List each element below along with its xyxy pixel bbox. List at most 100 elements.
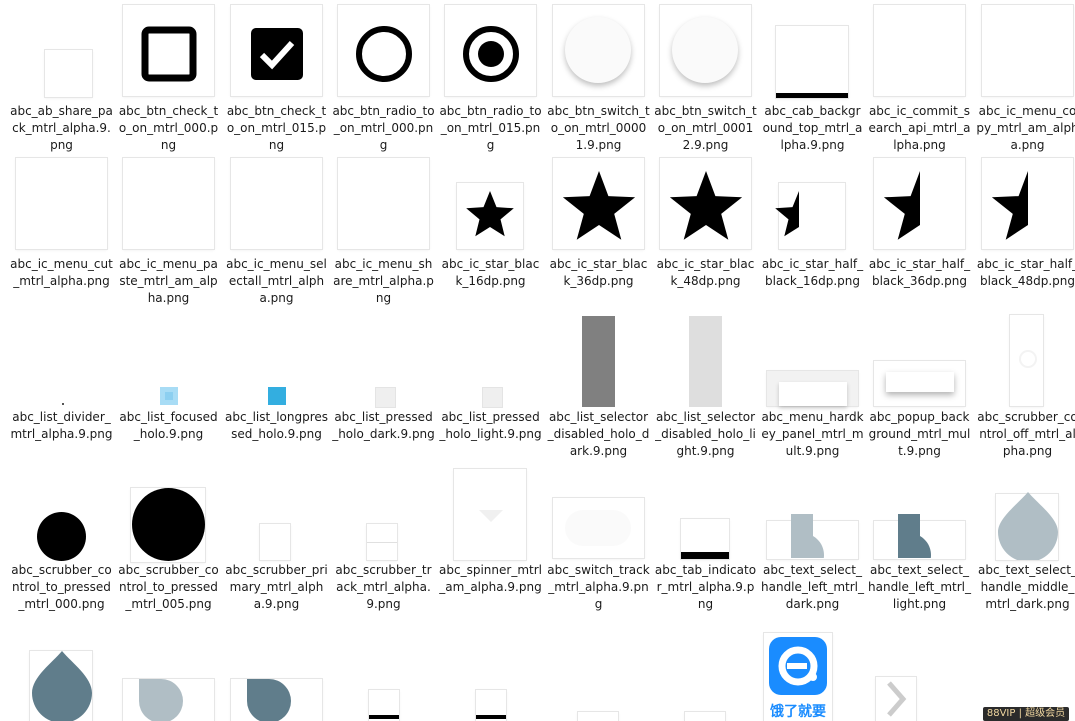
file-item[interactable] [652, 617, 759, 721]
file-item[interactable]: abc_list_pressed_holo_dark.9.png [330, 311, 437, 464]
file-item[interactable]: abc_btn_switch_to_on_mtrl_00001.9.png [545, 5, 652, 158]
file-item[interactable]: abc_list_focused_holo.9.png [115, 311, 222, 464]
file-name: abc_list_pressed_holo_dark.9.png [332, 410, 435, 441]
file-item[interactable]: abc_scrubber_control_off_mtrl_alpha.png [974, 311, 1075, 464]
file-item[interactable]: abc_btn_radio_to_on_mtrl_000.png [330, 5, 437, 158]
file-name: abc_spinner_mtrl_am_alpha.9.png [439, 563, 542, 594]
file-thumbnail [223, 617, 330, 721]
file-item[interactable]: abc_switch_track_mtrl_alpha.9.png [545, 464, 652, 617]
file-item[interactable]: abc_ic_menu_share_mtrl_alpha.png [330, 158, 437, 311]
file-name: abc_btn_check_to_on_mtrl_000.png [118, 104, 219, 152]
file-item[interactable]: abc_popup_background_mtrl_mult.9.png [866, 311, 973, 464]
file-item[interactable]: abc_scrubber_control_to_pressed_mtrl_005… [115, 464, 222, 617]
file-thumbnail [652, 5, 759, 103]
file-item[interactable]: abc_btn_switch_to_on_mtrl_00012.9.png [652, 5, 759, 158]
cab-top-thumb [776, 26, 848, 98]
file-thumbnail [330, 311, 437, 409]
file-item[interactable]: abc_btn_check_to_on_mtrl_015.png [223, 5, 330, 158]
file-item[interactable]: abc_ic_menu_copy_mtrl_am_alpha.png [974, 5, 1075, 158]
spinner-arrow-icon [478, 507, 503, 522]
file-item[interactable]: abc_ic_star_black_16dp.png [437, 158, 544, 311]
text-handle-right-icon [247, 679, 291, 721]
cab-bottom-bar [776, 93, 848, 98]
file-item[interactable]: 饿了就要 [759, 617, 866, 721]
text-handle-middle-icon [31, 651, 92, 721]
file-thumbnail [223, 311, 330, 409]
faint-icon-thumb [982, 5, 1073, 96]
file-item[interactable]: abc_list_divider_mtrl_alpha.9.png [8, 311, 115, 464]
file-item[interactable] [545, 617, 652, 721]
file-item[interactable]: abc_ic_star_black_48dp.png [652, 158, 759, 311]
small-box-thumb [260, 524, 290, 560]
file-thumbnail [8, 5, 115, 103]
file-item[interactable]: abc_list_pressed_holo_light.9.png [437, 311, 544, 464]
text-handle-left-icon [779, 514, 835, 578]
file-item[interactable]: abc_ic_commit_search_api_mtrl_alpha.png [866, 5, 973, 158]
file-name: abc_text_select_handle_left_mtrl_light.p… [868, 563, 971, 611]
file-name: abc_popup_background_mtrl_mult.9.png [868, 410, 971, 458]
file-thumbnail [115, 158, 222, 256]
file-item[interactable]: abc_btn_check_to_on_mtrl_000.png [115, 5, 222, 158]
file-thumbnail [652, 617, 759, 721]
file-item[interactable]: abc_scrubber_control_to_pressed_mtrl_000… [8, 464, 115, 617]
file-name: abc_btn_radio_to_on_mtrl_000.png [332, 104, 435, 152]
file-grid: abc_ab_share_pack_mtrl_alpha.9.png abc_bt… [0, 0, 1075, 721]
file-item[interactable]: abc_list_longpressed_holo.9.png [223, 311, 330, 464]
file-thumbnail [545, 464, 652, 562]
file-item[interactable]: abc_text_select_handle_middle_mtrl_dark.… [974, 464, 1075, 617]
radio-on-icon [461, 24, 521, 84]
file-item[interactable] [8, 617, 115, 721]
file-item[interactable] [866, 617, 973, 721]
file-item[interactable]: abc_text_select_handle_left_mtrl_light.p… [866, 464, 973, 617]
file-item[interactable]: abc_list_selector_disabled_holo_dark.9.p… [545, 311, 652, 464]
pressed-swatch [482, 387, 503, 408]
file-thumbnail [437, 5, 544, 103]
vip-badge[interactable]: 88VIP | 超级会员 [983, 707, 1069, 721]
file-name: abc_list_divider_mtrl_alpha.9.png [10, 410, 113, 441]
file-thumbnail [545, 617, 652, 721]
file-name: abc_scrubber_control_to_pressed_mtrl_000… [11, 563, 112, 611]
file-name: abc_scrubber_control_to_pressed_mtrl_005… [118, 563, 219, 611]
file-thumbnail [437, 311, 544, 409]
file-item[interactable]: abc_ic_star_half_black_36dp.png [866, 158, 973, 311]
switch-thumb-circle [565, 17, 631, 83]
file-item[interactable]: abc_text_select_handle_left_mtrl_dark.pn… [759, 464, 866, 617]
file-name: abc_ic_star_black_36dp.png [549, 257, 648, 288]
file-thumbnail [866, 311, 973, 409]
file-item[interactable]: abc_tab_indicator_mtrl_alpha.9.png [652, 464, 759, 617]
checkbox-on-icon [249, 26, 305, 82]
focused-swatch [160, 387, 178, 405]
file-item[interactable]: abc_list_selector_disabled_holo_light.9.… [652, 311, 759, 464]
half-star-icon [880, 167, 960, 247]
file-item[interactable]: abc_ic_menu_cut_mtrl_alpha.png [8, 158, 115, 311]
file-thumbnail [974, 464, 1075, 562]
half-star-icon [988, 167, 1068, 247]
file-item[interactable] [223, 617, 330, 721]
file-thumbnail [759, 464, 866, 578]
file-item[interactable]: abc_scrubber_primary_mtrl_alpha.9.png [223, 464, 330, 617]
file-thumbnail [223, 158, 330, 256]
file-item[interactable]: abc_ic_star_half_black_48dp.png [974, 158, 1075, 311]
file-name: abc_menu_hardkey_panel_mtrl_mult.9.png [761, 410, 864, 458]
text-handle-middle-icon [997, 492, 1058, 562]
file-item[interactable]: abc_cab_background_top_mtrl_alpha.9.png [759, 5, 866, 158]
file-item[interactable]: abc_ic_menu_selectall_mtrl_alpha.png [223, 158, 330, 311]
file-item[interactable]: abc_ab_share_pack_mtrl_alpha.9.png [8, 5, 115, 158]
file-item[interactable] [437, 617, 544, 721]
file-item[interactable] [330, 617, 437, 721]
file-item[interactable]: abc_spinner_mtrl_am_alpha.9.png [437, 464, 544, 617]
file-thumbnail [330, 464, 437, 562]
file-item[interactable]: abc_scrubber_track_mtrl_alpha.9.png [330, 464, 437, 617]
selector-light-bar [689, 316, 722, 407]
file-item[interactable]: abc_ic_menu_paste_mtrl_am_alpha.png [115, 158, 222, 311]
file-item[interactable]: abc_menu_hardkey_panel_mtrl_mult.9.png [759, 311, 866, 464]
file-thumbnail [652, 158, 759, 256]
file-thumbnail [545, 5, 652, 103]
file-item[interactable]: abc_ic_star_half_black_16dp.png [759, 158, 866, 311]
file-name: abc_ic_star_half_black_16dp.png [761, 257, 864, 288]
selector-dark-bar [582, 316, 615, 407]
file-name: abc_ic_menu_copy_mtrl_am_alpha.png [976, 104, 1075, 152]
file-item[interactable] [115, 617, 222, 721]
file-item[interactable]: abc_btn_radio_to_on_mtrl_015.png [437, 5, 544, 158]
file-item[interactable]: abc_ic_star_black_36dp.png [545, 158, 652, 311]
